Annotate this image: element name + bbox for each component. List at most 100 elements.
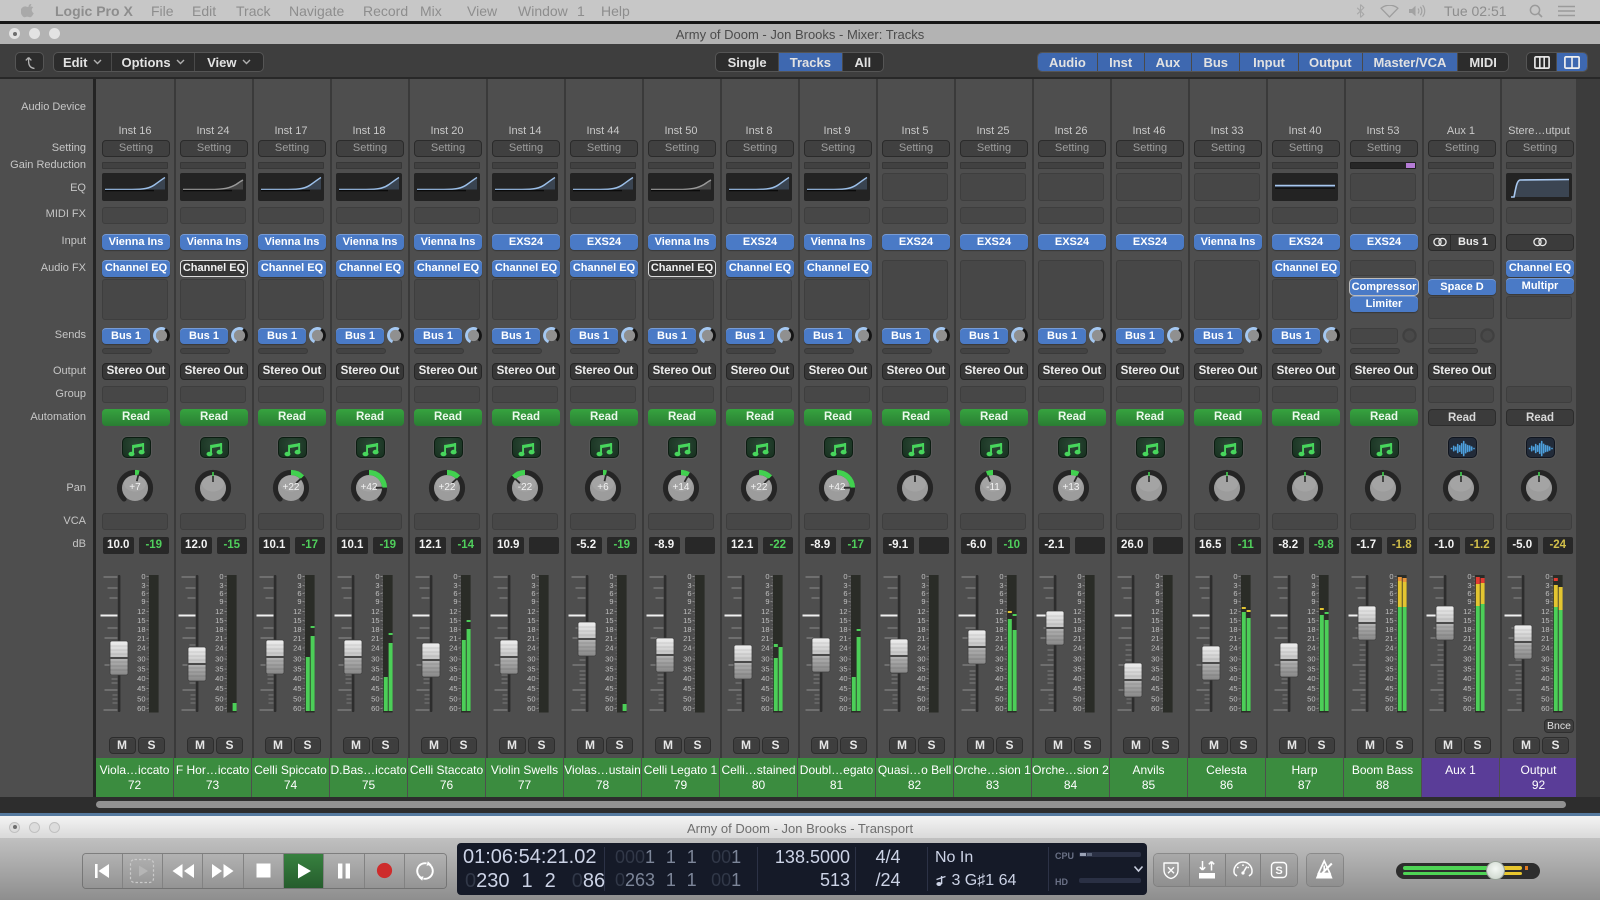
svg-text:9: 9 bbox=[453, 597, 457, 606]
svg-text:21: 21 bbox=[527, 634, 535, 643]
svg-text:45: 45 bbox=[1385, 684, 1393, 693]
svg-text:21: 21 bbox=[839, 634, 847, 643]
svg-text:40: 40 bbox=[995, 674, 1003, 683]
svg-text:15: 15 bbox=[761, 616, 769, 625]
svg-text:18: 18 bbox=[1385, 625, 1393, 634]
svg-text:35: 35 bbox=[761, 664, 769, 673]
svg-text:18: 18 bbox=[527, 625, 535, 634]
svg-text:24: 24 bbox=[1463, 643, 1471, 652]
svg-text:50: 50 bbox=[1463, 694, 1471, 703]
svg-text:30: 30 bbox=[1385, 654, 1393, 663]
svg-text:21: 21 bbox=[1307, 634, 1315, 643]
svg-text:0: 0 bbox=[219, 574, 223, 581]
svg-text:0: 0 bbox=[1545, 574, 1549, 581]
svg-text:40: 40 bbox=[1463, 674, 1471, 683]
svg-text:40: 40 bbox=[1073, 674, 1081, 683]
svg-text:60: 60 bbox=[1385, 704, 1393, 713]
svg-text:15: 15 bbox=[1229, 616, 1237, 625]
svg-text:50: 50 bbox=[1073, 694, 1081, 703]
svg-text:40: 40 bbox=[527, 674, 535, 683]
svg-text:60: 60 bbox=[449, 704, 457, 713]
svg-text:9: 9 bbox=[765, 597, 769, 606]
svg-text:S: S bbox=[1275, 865, 1282, 877]
svg-text:30: 30 bbox=[293, 654, 301, 663]
svg-text:50: 50 bbox=[761, 694, 769, 703]
svg-text:35: 35 bbox=[605, 664, 613, 673]
svg-text:24: 24 bbox=[1229, 643, 1237, 652]
svg-text:9: 9 bbox=[609, 597, 613, 606]
svg-text:50: 50 bbox=[1541, 694, 1549, 703]
svg-text:24: 24 bbox=[527, 643, 535, 652]
svg-text:0: 0 bbox=[999, 574, 1003, 581]
svg-text:45: 45 bbox=[1541, 684, 1549, 693]
svg-text:18: 18 bbox=[1463, 625, 1471, 634]
svg-text:18: 18 bbox=[917, 625, 925, 634]
svg-text:50: 50 bbox=[1229, 694, 1237, 703]
svg-text:50: 50 bbox=[371, 694, 379, 703]
svg-text:24: 24 bbox=[1151, 643, 1159, 652]
svg-text:21: 21 bbox=[761, 634, 769, 643]
svg-text:21: 21 bbox=[371, 634, 379, 643]
svg-text:12: 12 bbox=[839, 607, 847, 616]
svg-text:40: 40 bbox=[1541, 674, 1549, 683]
svg-text:35: 35 bbox=[1463, 664, 1471, 673]
svg-text:21: 21 bbox=[137, 634, 145, 643]
svg-text:15: 15 bbox=[683, 616, 691, 625]
svg-text:24: 24 bbox=[605, 643, 613, 652]
svg-text:21: 21 bbox=[1541, 634, 1549, 643]
svg-text:24: 24 bbox=[293, 643, 301, 652]
svg-text:12: 12 bbox=[1385, 607, 1393, 616]
svg-text:40: 40 bbox=[683, 674, 691, 683]
svg-text:18: 18 bbox=[215, 625, 223, 634]
svg-text:21: 21 bbox=[605, 634, 613, 643]
svg-text:60: 60 bbox=[371, 704, 379, 713]
svg-text:60: 60 bbox=[1229, 704, 1237, 713]
svg-text:50: 50 bbox=[137, 694, 145, 703]
svg-text:24: 24 bbox=[215, 643, 223, 652]
svg-text:30: 30 bbox=[137, 654, 145, 663]
svg-text:18: 18 bbox=[995, 625, 1003, 634]
svg-text:21: 21 bbox=[215, 634, 223, 643]
svg-text:0: 0 bbox=[843, 574, 847, 581]
svg-text:50: 50 bbox=[1307, 694, 1315, 703]
svg-text:30: 30 bbox=[527, 654, 535, 663]
svg-text:30: 30 bbox=[995, 654, 1003, 663]
svg-text:24: 24 bbox=[683, 643, 691, 652]
svg-text:45: 45 bbox=[293, 684, 301, 693]
svg-text:12: 12 bbox=[293, 607, 301, 616]
svg-text:9: 9 bbox=[375, 597, 379, 606]
svg-text:35: 35 bbox=[683, 664, 691, 673]
svg-text:40: 40 bbox=[605, 674, 613, 683]
svg-text:50: 50 bbox=[527, 694, 535, 703]
svg-text:9: 9 bbox=[1155, 597, 1159, 606]
svg-text:0: 0 bbox=[297, 574, 301, 581]
svg-text:0: 0 bbox=[687, 574, 691, 581]
svg-text:30: 30 bbox=[449, 654, 457, 663]
svg-text:15: 15 bbox=[917, 616, 925, 625]
svg-text:30: 30 bbox=[917, 654, 925, 663]
svg-text:45: 45 bbox=[1229, 684, 1237, 693]
svg-text:30: 30 bbox=[605, 654, 613, 663]
svg-text:60: 60 bbox=[293, 704, 301, 713]
svg-text:45: 45 bbox=[371, 684, 379, 693]
svg-text:30: 30 bbox=[1307, 654, 1315, 663]
svg-text:35: 35 bbox=[137, 664, 145, 673]
svg-text:35: 35 bbox=[839, 664, 847, 673]
svg-text:21: 21 bbox=[1073, 634, 1081, 643]
svg-text:50: 50 bbox=[917, 694, 925, 703]
svg-text:9: 9 bbox=[1311, 597, 1315, 606]
svg-text:12: 12 bbox=[917, 607, 925, 616]
svg-text:24: 24 bbox=[1073, 643, 1081, 652]
svg-text:24: 24 bbox=[1385, 643, 1393, 652]
svg-text:15: 15 bbox=[137, 616, 145, 625]
svg-text:15: 15 bbox=[839, 616, 847, 625]
svg-text:12: 12 bbox=[1463, 607, 1471, 616]
svg-text:9: 9 bbox=[999, 597, 1003, 606]
svg-text:30: 30 bbox=[1073, 654, 1081, 663]
svg-text:0: 0 bbox=[1155, 574, 1159, 581]
svg-text:12: 12 bbox=[1307, 607, 1315, 616]
svg-text:15: 15 bbox=[1541, 616, 1549, 625]
svg-text:24: 24 bbox=[371, 643, 379, 652]
svg-text:35: 35 bbox=[1541, 664, 1549, 673]
svg-text:60: 60 bbox=[1073, 704, 1081, 713]
